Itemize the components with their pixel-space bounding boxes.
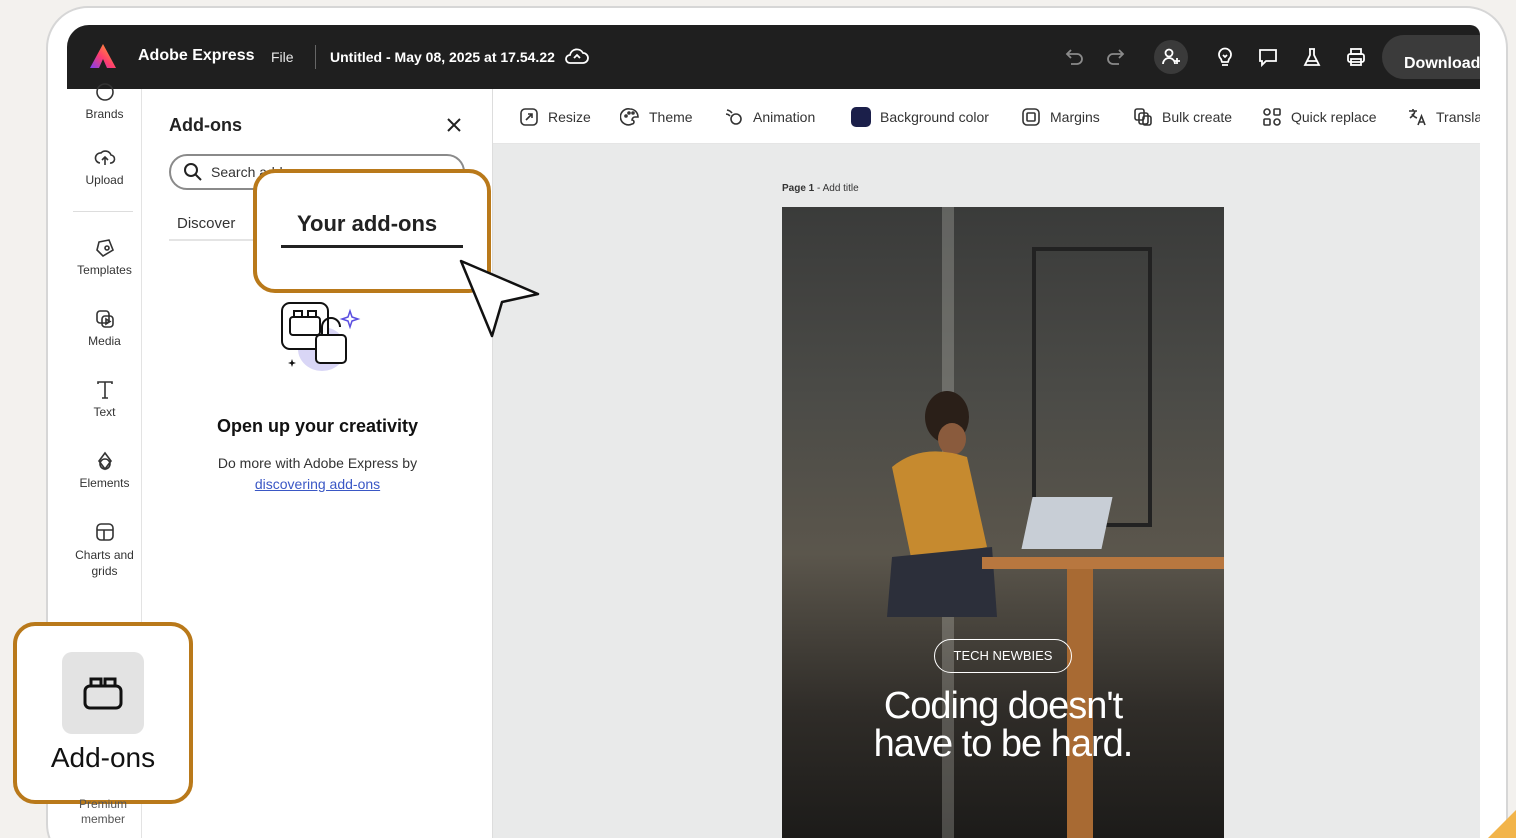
rail-item-brands[interactable]: Brands	[67, 81, 142, 121]
tool-label: Background color	[880, 109, 989, 125]
app-title: Adobe Express	[138, 47, 255, 64]
rail-item-media[interactable]: Media	[67, 308, 142, 348]
bulk-create-button[interactable]: Bulk create	[1133, 107, 1232, 127]
rail-item-label: Templates	[77, 263, 132, 277]
quick-replace-icon	[1263, 108, 1281, 126]
photo-laptop	[1021, 497, 1113, 549]
tool-label: Margins	[1050, 109, 1100, 125]
document-title[interactable]: Untitled - May 08, 2025 at 17.54.22	[330, 49, 555, 65]
active-tab-indicator	[281, 245, 463, 248]
adobe-express-logo[interactable]	[89, 43, 117, 69]
photo-shelf	[1032, 247, 1152, 527]
rail-item-label: Elements	[79, 476, 130, 490]
download-button[interactable]: Download	[1382, 35, 1480, 79]
theme-icon	[620, 108, 639, 126]
headline-line-1: Coding doesn't	[883, 685, 1123, 727]
discover-addons-link[interactable]: discovering add-ons	[255, 476, 380, 492]
media-icon	[95, 310, 114, 328]
file-menu[interactable]: File	[271, 49, 294, 65]
elements-icon	[97, 451, 112, 471]
rail-item-label: Brands	[85, 107, 124, 121]
tab-your-addons[interactable]: Your add-ons	[297, 211, 437, 237]
empty-state-heading: Open up your creativity	[216, 416, 419, 436]
design-artboard[interactable]: TECH NEWBIES Coding doesn't have to be h…	[782, 207, 1224, 838]
tool-label: Bulk create	[1162, 109, 1233, 125]
brands-icon	[95, 83, 114, 101]
accent-corner	[1488, 810, 1516, 838]
rail-item-elements[interactable]: Elements	[67, 450, 142, 490]
rail-item-label: Text	[93, 405, 116, 419]
background-color-swatch	[851, 107, 871, 127]
tool-label: Animation	[753, 109, 816, 125]
rail-item-text[interactable]: Text	[67, 379, 142, 419]
topbar-divider	[315, 45, 316, 69]
app-window: Adobe Express File Untitled - May 08, 20…	[67, 25, 1480, 838]
mouse-cursor-icon	[459, 259, 540, 338]
tab-discover[interactable]: Discover	[177, 215, 235, 232]
rail-item-templates[interactable]: Templates	[67, 237, 142, 277]
print-icon[interactable]	[1342, 43, 1370, 71]
rail-divider	[73, 211, 133, 212]
rail-item-label: Charts and grids	[75, 548, 134, 578]
text-icon	[96, 381, 113, 399]
rail-item-label: Media	[88, 334, 121, 348]
photo-table-top	[982, 557, 1224, 569]
margins-button[interactable]: Margins	[1021, 107, 1100, 127]
rail-item-addons-label: Add-ons	[50, 742, 156, 773]
callout-addons-rail-item[interactable]: Add-ons	[13, 622, 193, 804]
bulk-create-icon	[1134, 108, 1152, 126]
undo-icon[interactable]	[1060, 43, 1088, 71]
headline-line-2: have to be hard.	[873, 723, 1134, 765]
tool-label: Resize	[548, 109, 591, 125]
callout-your-addons-tab[interactable]: Your add-ons	[253, 169, 491, 293]
design-tag-text[interactable]: TECH NEWBIES	[934, 639, 1072, 673]
cloud-sync-icon[interactable]	[564, 45, 590, 69]
resize-button[interactable]: Resize	[519, 107, 591, 127]
design-headline[interactable]: Coding doesn't have to be hard.	[782, 687, 1224, 763]
page-title-placeholder: - Add title	[814, 183, 859, 194]
addons-rail-tile[interactable]	[62, 652, 144, 734]
rail-item-label: Upload	[85, 173, 124, 187]
top-bar: Adobe Express File Untitled - May 08, 20…	[67, 25, 1480, 89]
comment-icon[interactable]	[1254, 43, 1282, 71]
empty-state-description: Do more with Adobe Express by	[217, 455, 418, 471]
premium-member-label: Premium member	[78, 797, 127, 826]
addons-lock-illustration-icon	[281, 302, 361, 371]
translate-button[interactable]: Translate	[1407, 107, 1480, 127]
background-color-button[interactable]: Background color	[851, 107, 989, 127]
charts-grids-icon	[95, 523, 114, 541]
tool-label: Theme	[649, 109, 693, 125]
invite-people-icon[interactable]	[1154, 40, 1188, 74]
theme-button[interactable]: Theme	[620, 107, 693, 127]
templates-icon	[95, 239, 114, 258]
upload-icon	[94, 150, 115, 165]
addons-icon	[83, 677, 123, 710]
close-icon[interactable]	[444, 115, 464, 135]
photo-person	[887, 391, 997, 617]
lightbulb-icon[interactable]	[1211, 43, 1239, 71]
search-icon	[184, 163, 202, 181]
animation-icon	[725, 109, 742, 125]
design-toolbar: Resize Theme Animation Background color …	[493, 89, 1480, 144]
empty-state-text: Do more with Adobe Express by discoverin…	[142, 453, 493, 495]
animation-button[interactable]: Animation	[724, 107, 815, 127]
quick-replace-button[interactable]: Quick replace	[1262, 107, 1377, 127]
translate-icon	[1409, 109, 1426, 126]
tool-label: Quick replace	[1291, 109, 1377, 125]
resize-icon	[520, 108, 538, 126]
beaker-icon[interactable]	[1298, 43, 1326, 71]
panel-title: Add-ons	[169, 115, 242, 135]
tool-label: Translate	[1436, 109, 1480, 125]
rail-item-charts-grids[interactable]: Charts and grids	[67, 521, 142, 579]
margins-icon	[1022, 108, 1040, 126]
page-number-label: Page 1	[782, 183, 815, 194]
redo-icon[interactable]	[1102, 43, 1130, 71]
page-label[interactable]: Page 1 - Add title	[782, 183, 859, 194]
rail-item-upload[interactable]: Upload	[67, 147, 142, 187]
